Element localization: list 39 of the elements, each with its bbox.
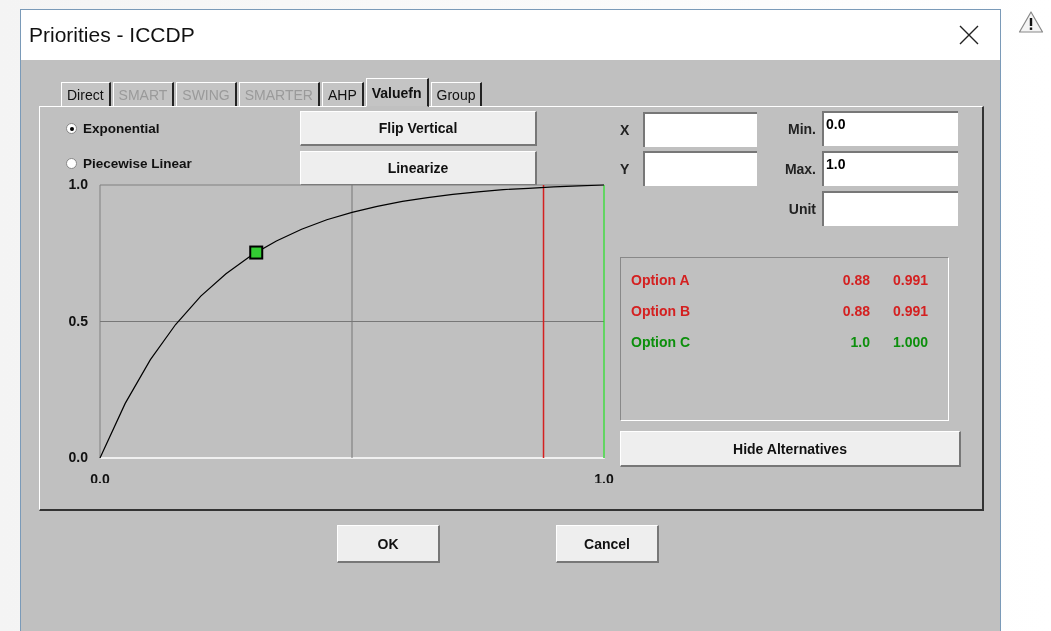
alternative-name: Option C	[631, 334, 692, 350]
alternative-name: Option B	[631, 303, 692, 319]
input-field[interactable]	[822, 191, 958, 226]
field-label: Max.	[783, 160, 816, 177]
tab[interactable]: Direct	[61, 82, 111, 106]
alternative-value: 0.991	[891, 303, 928, 319]
input-field[interactable]	[643, 112, 757, 147]
alternative-value: 0.991	[891, 272, 928, 288]
input-field[interactable]	[643, 151, 757, 186]
tab[interactable]: Valuefn	[365, 78, 429, 107]
axis-label: 0.5	[68, 312, 88, 329]
dialog-button[interactable]: OK	[337, 525, 440, 563]
input-field[interactable]: 0.0	[822, 111, 958, 146]
dialog-button[interactable]: Cancel	[556, 525, 659, 563]
hide-alternatives-button[interactable]: Hide Alternatives	[620, 431, 961, 467]
tab[interactable]: Group	[430, 82, 483, 106]
axis-label: 1.0	[68, 176, 88, 192]
radio-icon[interactable]	[66, 158, 77, 169]
input-field[interactable]: 1.0	[822, 151, 958, 186]
field-label: Min.	[787, 120, 816, 137]
alternative-x: 0.88	[841, 272, 870, 288]
radio-icon[interactable]	[66, 123, 77, 134]
tab[interactable]: AHP	[321, 82, 364, 106]
action-button[interactable]: Linearize	[300, 151, 537, 186]
field-label: Y	[620, 160, 631, 177]
radio-option[interactable]: Piecewise Linear	[66, 156, 300, 171]
action-button[interactable]: Flip Vertical	[300, 111, 537, 146]
radio-option[interactable]: Exponential	[66, 121, 300, 136]
field-label: X	[620, 121, 631, 138]
alternative-x: 0.88	[841, 303, 870, 319]
alternative-x: 1.0	[849, 334, 870, 350]
close-icon[interactable]	[958, 24, 980, 46]
axis-label: 0.0	[68, 449, 88, 465]
warning-icon	[1018, 10, 1044, 34]
alternative-value: 1.000	[891, 334, 928, 350]
field-label: Unit	[787, 200, 816, 217]
window-title: Priorities - ICCDP	[29, 23, 195, 47]
drag-handle[interactable]	[249, 245, 264, 260]
alternative-name: Option A	[631, 272, 691, 288]
